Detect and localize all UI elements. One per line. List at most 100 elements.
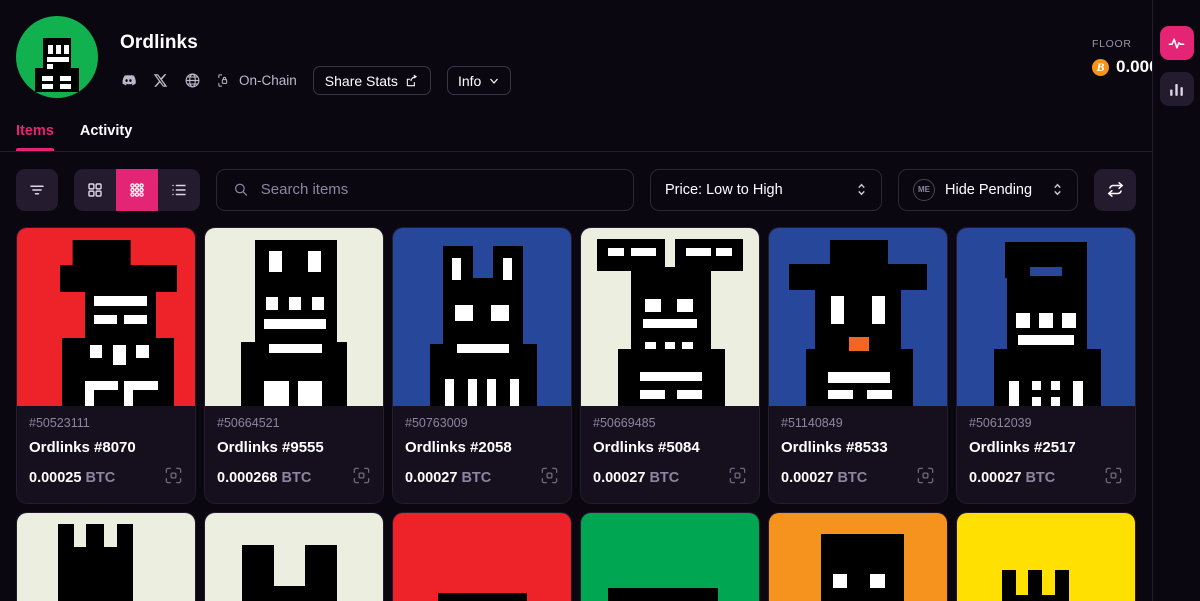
stats-clip: FLOOR B 0.00025 TOTAL VOL B 2.1789: [540, 0, 1152, 110]
item-card[interactable]: #50669485 Ordlinks #5084 0.00027 BTC: [580, 227, 760, 504]
grid-small-view-button[interactable]: [116, 168, 158, 211]
pulse-icon: [1168, 37, 1185, 49]
item-card[interactable]: #51140849 Ordlinks #8533 0.00027 BTC: [768, 227, 948, 504]
item-artwork: [205, 513, 383, 601]
item-card[interactable]: #50523111 Ordlinks #8070 0.00025 BTC: [16, 227, 196, 504]
items-grid: #50523111 Ordlinks #8070 0.00025 BTC #50…: [0, 227, 1152, 504]
charts-button[interactable]: [1159, 72, 1194, 106]
pending-select[interactable]: ME Hide Pending: [898, 168, 1078, 211]
item-meta: #50664521 Ordlinks #9555 0.000268 BTC: [205, 406, 383, 503]
item-price-row: 0.00027 BTC: [969, 466, 1123, 490]
add-to-cart-icon[interactable]: [1104, 466, 1123, 490]
grid-large-view-button[interactable]: [74, 168, 116, 211]
share-stats-button[interactable]: Share Stats: [312, 66, 431, 95]
item-price: 0.00027 BTC: [593, 470, 679, 486]
item-meta: #50763009 Ordlinks #2058 0.00027 BTC: [393, 406, 571, 503]
info-button[interactable]: Info: [446, 66, 512, 95]
live-activity-button[interactable]: [1159, 26, 1194, 60]
item-currency: BTC: [1025, 470, 1056, 486]
item-price-row: 0.00027 BTC: [781, 466, 935, 490]
add-to-cart-icon[interactable]: [164, 466, 183, 490]
item-meta: #50612039 Ordlinks #2517 0.00027 BTC: [957, 406, 1135, 503]
item-token-id: #50664521: [217, 416, 280, 430]
item-card[interactable]: [16, 512, 196, 601]
on-chain-label: On-Chain: [239, 73, 297, 88]
item-price-value: 0.00027: [405, 470, 458, 486]
discord-icon[interactable]: [120, 72, 137, 89]
lock-frame-icon: [218, 74, 228, 87]
magic-eden-icon: ME: [913, 178, 935, 201]
collection-links: On-Chain Share Stats Info: [120, 66, 512, 95]
item-price-row: 0.00027 BTC: [593, 466, 747, 490]
item-artwork: [17, 228, 195, 406]
item-card[interactable]: [204, 512, 384, 601]
item-price-value: 0.00025: [29, 470, 82, 486]
item-card[interactable]: #50612039 Ordlinks #2517 0.00027 BTC: [956, 227, 1136, 504]
collection-name: Ordlinks: [120, 32, 198, 53]
item-price-value: 0.00027: [969, 470, 1022, 486]
add-to-cart-icon[interactable]: [728, 466, 747, 490]
list-icon: [172, 184, 186, 195]
filter-icon: [30, 185, 44, 194]
item-token-id: #51140849: [781, 416, 843, 430]
item-currency: BTC: [649, 470, 680, 486]
add-to-cart-icon[interactable]: [352, 466, 371, 490]
item-name: Ordlinks #2517: [969, 439, 1076, 456]
bitcoin-icon: B: [1092, 58, 1109, 76]
pending-stepper-icon: [1052, 181, 1063, 198]
x-icon[interactable]: [153, 73, 168, 88]
bar-chart-icon: [1170, 83, 1183, 96]
add-to-cart-icon[interactable]: [916, 466, 935, 490]
item-card[interactable]: #50664521 Ordlinks #9555 0.000268 BTC: [204, 227, 384, 504]
item-artwork: [957, 513, 1135, 601]
item-meta: #51140849 Ordlinks #8533 0.00027 BTC: [769, 406, 947, 503]
view-mode-group: [74, 168, 200, 211]
item-meta: #50669485 Ordlinks #5084 0.00027 BTC: [581, 406, 759, 503]
item-card[interactable]: #50763009 Ordlinks #2058 0.00027 BTC: [392, 227, 572, 504]
on-chain-badge[interactable]: On-Chain: [217, 73, 297, 88]
item-card[interactable]: [956, 512, 1136, 601]
item-card[interactable]: [768, 512, 948, 601]
item-price-row: 0.00025 BTC: [29, 466, 183, 490]
collection-tabs: Items Activity: [16, 123, 132, 151]
stat-value: B 0.00025: [1092, 57, 1152, 77]
stat-label: FLOOR: [1092, 38, 1132, 50]
search-input[interactable]: [260, 181, 617, 198]
item-name: Ordlinks #8070: [29, 439, 136, 456]
item-artwork: [205, 228, 383, 406]
item-card[interactable]: [392, 512, 572, 601]
sort-select[interactable]: Price: Low to High: [650, 168, 882, 211]
item-token-id: #50669485: [593, 416, 656, 430]
items-toolbar: Price: Low to High ME Hide Pending: [0, 152, 1152, 227]
item-price-value: 0.00027: [593, 470, 646, 486]
filter-button[interactable]: [16, 168, 58, 211]
refresh-button[interactable]: [1094, 168, 1136, 211]
item-card[interactable]: [580, 512, 760, 601]
item-price-row: 0.000268 BTC: [217, 466, 371, 490]
item-artwork: [581, 228, 759, 406]
website-icon[interactable]: [184, 72, 201, 89]
collection-header: Ordlinks On-Chain Share Stats Info FLOOR…: [0, 0, 1152, 152]
collection-stats: FLOOR B 0.00025 TOTAL VOL B 2.1789: [1092, 38, 1152, 77]
marketplace-page: Ordlinks On-Chain Share Stats Info FLOOR…: [0, 0, 1200, 601]
item-price: 0.00027 BTC: [781, 470, 867, 486]
item-currency: BTC: [281, 470, 312, 486]
item-token-id: #50612039: [969, 416, 1032, 430]
item-name: Ordlinks #9555: [217, 439, 324, 456]
stat-floor: FLOOR B 0.00025: [1092, 38, 1152, 77]
item-price: 0.00027 BTC: [405, 470, 491, 486]
add-to-cart-icon[interactable]: [540, 466, 559, 490]
search-box[interactable]: [216, 168, 634, 211]
item-artwork: [581, 513, 759, 601]
item-token-id: #50523111: [29, 416, 90, 430]
item-token-id: #50763009: [405, 416, 468, 430]
grid-large-icon: [88, 182, 102, 197]
item-name: Ordlinks #5084: [593, 439, 700, 456]
chevron-down-icon: [490, 78, 499, 84]
list-view-button[interactable]: [158, 168, 200, 211]
item-meta: #50523111 Ordlinks #8070 0.00025 BTC: [17, 406, 195, 503]
pending-value: Hide Pending: [945, 181, 1033, 198]
tab-activity[interactable]: Activity: [80, 123, 132, 151]
item-artwork: [769, 228, 947, 406]
tab-items[interactable]: Items: [16, 123, 54, 151]
